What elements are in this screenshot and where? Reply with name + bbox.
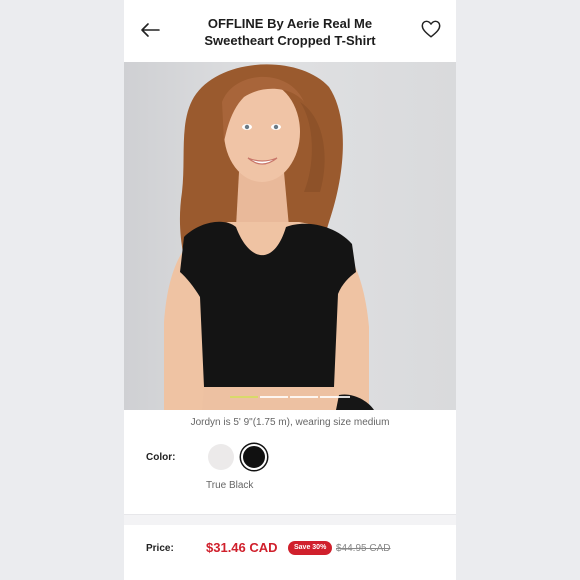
- header-bar: OFFLINE By Aerie Real Me Sweetheart Crop…: [124, 0, 456, 62]
- pager-dot: [260, 396, 288, 398]
- sale-price: $31.46 CAD: [206, 540, 278, 555]
- model-photo-illustration: [164, 64, 374, 410]
- selected-color-name: True Black: [206, 480, 254, 491]
- original-price: $44.95 CAD: [336, 543, 391, 554]
- pager-dot: [320, 396, 350, 398]
- pager-dot: [290, 396, 318, 398]
- left-margin: [0, 0, 124, 580]
- pager-dot-active: [230, 396, 258, 398]
- section-divider: [124, 514, 456, 525]
- color-label: Color:: [146, 452, 176, 463]
- heart-icon[interactable]: [420, 18, 442, 40]
- price-row: Price: $31.46 CAD Save 30% $44.95 CAD: [124, 525, 456, 580]
- price-label: Price:: [146, 543, 174, 554]
- product-title-line2: Sweetheart Cropped T-Shirt: [204, 33, 376, 48]
- product-title: OFFLINE By Aerie Real Me Sweetheart Crop…: [184, 15, 396, 49]
- image-pager: [230, 396, 350, 398]
- product-title-line1: OFFLINE By Aerie Real Me: [207, 16, 373, 31]
- arrow-left-icon[interactable]: [138, 18, 162, 42]
- right-margin: [456, 0, 580, 580]
- product-image[interactable]: [124, 62, 456, 410]
- swatch-true-black[interactable]: [241, 444, 267, 470]
- swatch-white[interactable]: [208, 444, 234, 470]
- model-size-note: Jordyn is 5' 9"(1.75 m), wearing size me…: [190, 417, 390, 428]
- product-screen: OFFLINE By Aerie Real Me Sweetheart Crop…: [124, 0, 456, 580]
- discount-badge: Save 30%: [288, 541, 333, 555]
- color-selector: Color:: [124, 443, 456, 471]
